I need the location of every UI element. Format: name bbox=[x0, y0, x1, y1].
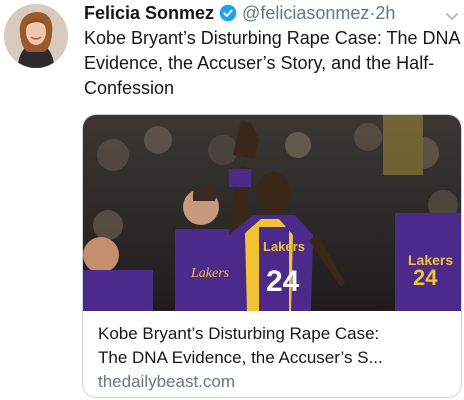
tweet-text: Kobe Bryant’s Disturbing Rape Case: The … bbox=[84, 28, 460, 98]
avatar-image bbox=[4, 4, 68, 68]
tweet-timestamp[interactable]: 2h bbox=[375, 3, 395, 23]
jersey-number-main: 24 bbox=[266, 265, 300, 298]
link-card[interactable]: Lakers 24 Lakers Lakers 24 Kobe Bryant’s… bbox=[82, 114, 462, 398]
jersey-number-bg: 24 bbox=[413, 265, 438, 290]
card-title-line2: The DNA Evidence, the Accuser’s S... bbox=[98, 348, 383, 367]
chevron-down-icon[interactable] bbox=[446, 8, 458, 26]
card-title-line1: Kobe Bryant’s Disturbing Rape Case: bbox=[98, 324, 380, 343]
jersey-lettering-main: Lakers bbox=[263, 239, 305, 254]
card-image[interactable]: Lakers 24 Lakers Lakers 24 bbox=[83, 115, 461, 311]
card-title[interactable]: Kobe Bryant’s Disturbing Rape Case: The … bbox=[98, 322, 456, 370]
author-handle[interactable]: @feliciasonmez bbox=[242, 3, 369, 23]
author-name[interactable]: Felicia Sonmez bbox=[84, 3, 214, 23]
jersey-lettering-left: Lakers bbox=[190, 266, 230, 281]
avatar[interactable] bbox=[4, 4, 68, 68]
card-domain[interactable]: thedailybeast.com bbox=[98, 370, 235, 394]
tweet-header: Felicia Sonmez @feliciasonmez·2h bbox=[84, 0, 460, 26]
